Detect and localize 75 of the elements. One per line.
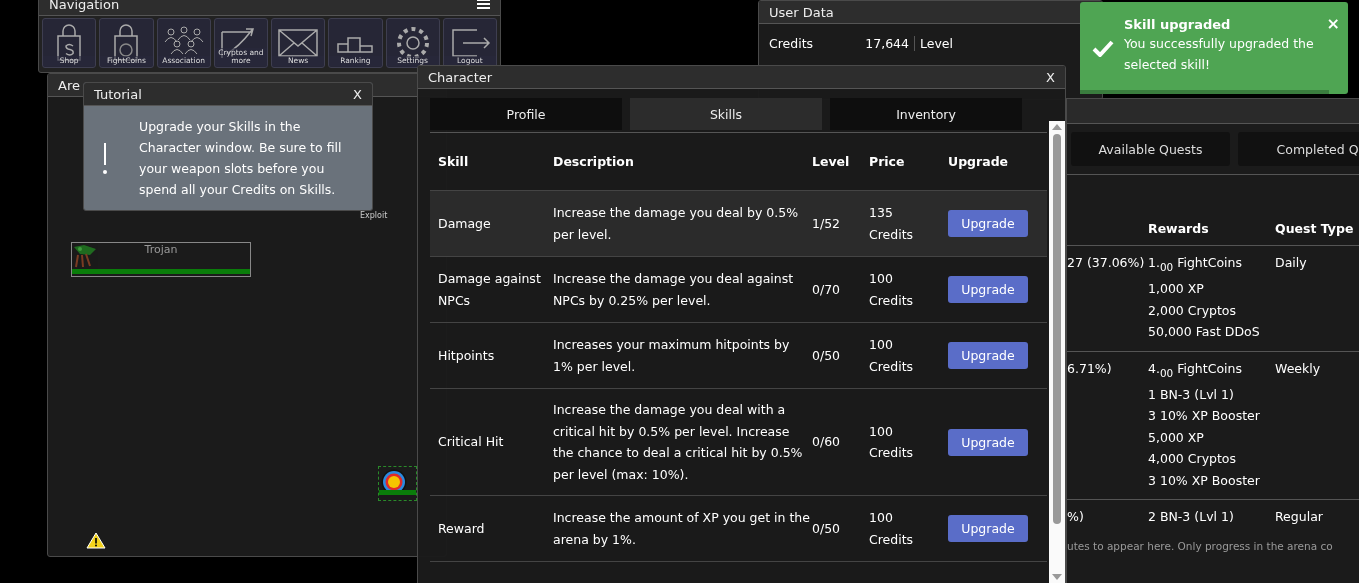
quest-type: Weekly <box>1275 359 1321 378</box>
stat-label: Level <box>920 36 953 51</box>
reward-item: 4.$_{00}$ FightCoins <box>1148 359 1243 380</box>
skill-description: Increase the damage you deal by 0.5% per level. <box>553 204 800 244</box>
close-button[interactable]: X <box>353 86 362 102</box>
skill-name: Critical Hit <box>438 433 505 452</box>
column-header: Price <box>869 154 906 169</box>
upgrade-button[interactable]: Upgrade <box>948 342 1028 369</box>
stat-value: 17,644 <box>865 36 909 51</box>
notification-title: Skill upgraded <box>1124 17 1231 32</box>
tab[interactable]: Completed Q <box>1238 132 1359 166</box>
column-header: Level <box>812 154 851 169</box>
notification-message: You successfully upgraded the selected skill! <box>1124 35 1315 74</box>
reward-item: 1 BN-3 (Lvl 1) <box>1148 385 1235 404</box>
reward-item: 4,000 Cryptos <box>1148 450 1238 468</box>
column-header: Rewards <box>1148 221 1210 237</box>
reward-item: 2 BN-3 (Lvl 1) <box>1148 508 1235 526</box>
skill-level: 1/52 <box>812 214 842 233</box>
quest-type: Regular <box>1275 508 1323 526</box>
skill-price: 100 Credits <box>869 509 915 549</box>
skill-name: Hitpoints <box>438 346 496 365</box>
skill-level: 0/50 <box>812 346 842 365</box>
skill-price: 100 Credits <box>869 270 915 310</box>
skill-price: 135 Credits <box>869 204 915 244</box>
skill-row[interactable]: Damage Increase the damage you deal by 0.5% per level. 1/52 135 Credits Upgrade <box>430 191 1048 257</box>
skill-description: Increase the damage you deal against NPCs by 0.25% per level. <box>553 270 795 310</box>
reward-item: 5,000 XP <box>1148 428 1205 447</box>
progress-cell-text: %) <box>1067 508 1085 526</box>
skill-description: Increase the amount of XP you get in the arena by 1%. <box>553 509 811 549</box>
tab[interactable]: Available Quests <box>1071 132 1230 166</box>
quest-note: utes to appear here. Only progress in the arena co <box>1067 539 1334 552</box>
skill-name: Reward <box>438 519 486 538</box>
tab[interactable]: Skills <box>630 98 822 130</box>
skill-description: Increase the damage you deal with a critical hit by 0.5% per level. Increase the chance to deal a critical hit by 0.5% per level (max: 10%). <box>553 401 804 484</box>
skill-name: Damage <box>438 214 492 233</box>
reward-item: 3 10% XP Booster <box>1148 407 1261 425</box>
window-title: Tutorial <box>94 86 142 102</box>
tutorial-text: Upgrade your Skills in the Character window. Be sure to fill your weapon slots before you spend all your Credits on Skills. <box>139 118 343 199</box>
window-title: Are <box>58 77 80 93</box>
skill-row[interactable]: Hitpoints Increases your maximum hitpoints by 1% per level. 0/50 100 Credits Upgrade <box>430 323 1048 389</box>
upgrade-button[interactable]: Upgrade <box>948 276 1028 303</box>
skill-row[interactable]: Damage against NPCs Increase the damage you deal against NPCs by 0.25% per level. 0/70 100 Credits Upgrade <box>430 257 1048 323</box>
skill-row[interactable]: Reward Increase the amount of XP you get in the arena by 1%. 0/50 100 Credits Upgrade <box>430 496 1048 562</box>
skill-description: Increases your maximum hitpoints by 1% per level. <box>553 336 791 376</box>
window-title: User Data <box>769 4 834 20</box>
reward-item: 1,000 XP <box>1148 280 1205 298</box>
column-header: Skill <box>438 154 470 169</box>
progress-cell-text: 6.71%) <box>1067 359 1113 378</box>
skill-row[interactable]: Critical Hit Increase the damage you deal with a critical hit by 0.5% per level. Increase the chance to deal a critical hit by 0.5% per level (max: 10%). 0/60 100 Credits Upgrade <box>430 389 1048 496</box>
tab[interactable]: Inventory <box>830 98 1022 130</box>
skill-level: 0/50 <box>812 519 842 538</box>
skill-level: 0/60 <box>812 433 842 452</box>
skill-price: 100 Credits <box>869 422 915 462</box>
reward-item: 50,000 Fast DDoS <box>1148 323 1261 341</box>
close-button[interactable]: X <box>1046 69 1055 85</box>
skill-price: 100 Credits <box>869 336 915 376</box>
upgrade-button[interactable]: Upgrade <box>948 515 1028 542</box>
upgrade-button[interactable]: Upgrade <box>948 210 1028 237</box>
column-header: Upgrade <box>948 154 1010 169</box>
exploit-label: Exploit <box>360 211 388 220</box>
tab[interactable]: Profile <box>430 98 622 130</box>
enemy-name: Trojan <box>143 243 179 258</box>
skill-level: 0/70 <box>812 280 842 299</box>
skill-name: Damage against NPCs <box>438 270 542 310</box>
enemy-card[interactable]: Trojan <box>71 242 251 277</box>
window-title: Character <box>428 69 493 85</box>
reward-item: 2,000 Cryptos <box>1148 301 1238 320</box>
reward-item: 3 10% XP Booster <box>1148 471 1261 490</box>
column-header: Quest Type <box>1275 221 1354 237</box>
upgrade-button[interactable]: Upgrade <box>948 428 1028 456</box>
column-header: Description <box>553 154 635 169</box>
stat-label: Credits <box>769 36 814 51</box>
quest-type: Daily <box>1275 254 1307 272</box>
reward-item: 1.$_{00}$ FightCoins <box>1148 254 1243 275</box>
progress-cell-text: 27 (37.06%) <box>1067 254 1146 272</box>
